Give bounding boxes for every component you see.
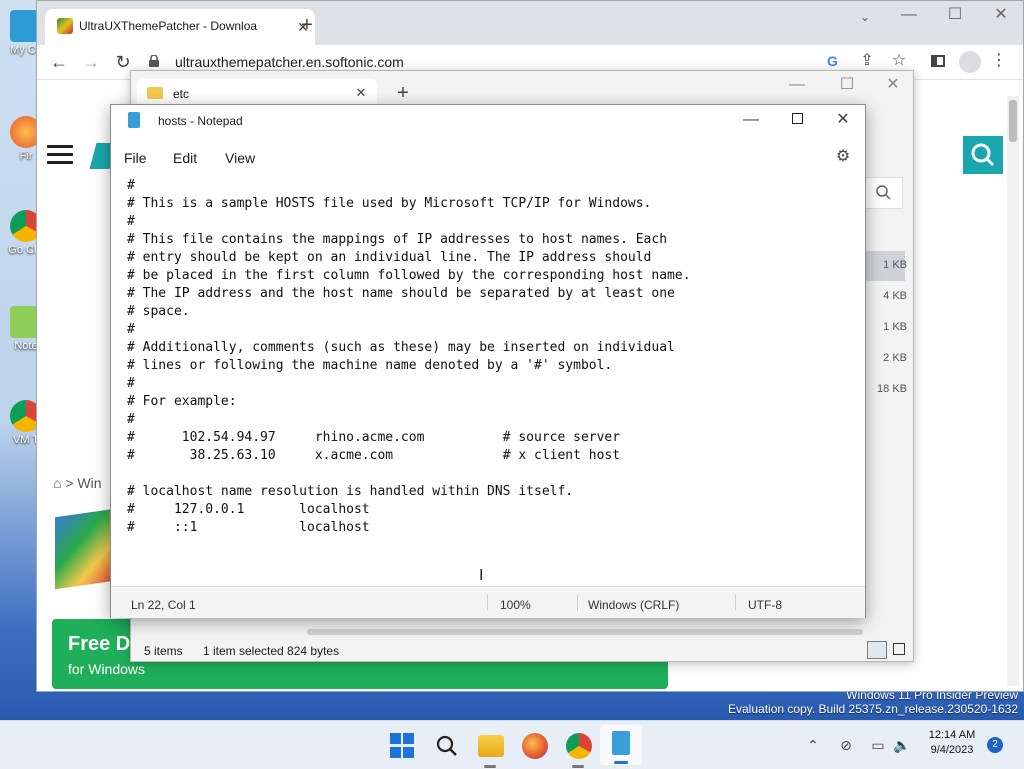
details-view-icon[interactable] — [867, 641, 887, 659]
menu-kebab-icon[interactable]: ⋮ — [989, 51, 1009, 71]
new-tab-button[interactable]: + — [295, 15, 319, 35]
chrome-tab-title: UltraUXThemePatcher - Downloa — [79, 19, 258, 33]
ultraux-favicon — [57, 18, 73, 34]
display-icon[interactable]: ▭ — [868, 735, 888, 755]
forward-arrow-icon[interactable]: → — [79, 52, 103, 72]
minimize-button[interactable]: — — [739, 110, 763, 130]
site-search-button[interactable] — [963, 136, 1003, 174]
search-icon — [971, 143, 995, 167]
explorer-search-box[interactable] — [861, 177, 903, 209]
status-selection: 1 item selected 824 bytes — [203, 644, 340, 658]
minimize-button[interactable]: — — [897, 5, 921, 25]
status-bar: Ln 22, Col 1 100% Windows (CRLF) UTF-8 — [111, 586, 865, 618]
firefox-icon[interactable] — [522, 733, 548, 759]
file-size: 4 KB — [883, 290, 907, 302]
close-button[interactable]: ✕ — [831, 110, 855, 130]
chrome-tab[interactable]: UltraUXThemePatcher - Downloa ✕ — [45, 9, 315, 45]
file-size: 2 KB — [883, 352, 907, 364]
file-size: 1 KB — [883, 321, 907, 333]
menu-edit[interactable]: Edit — [173, 150, 197, 166]
chevron-down-icon[interactable]: ⌄ — [853, 7, 877, 27]
window-title: hosts - Notepad — [158, 114, 243, 128]
chrome-icon[interactable] — [566, 733, 592, 759]
cursor-position: Ln 22, Col 1 — [131, 598, 196, 612]
close-button[interactable]: ✕ — [881, 75, 905, 95]
chrome-tabbar: UltraUXThemePatcher - Downloa ✕ + ⌄ — ☐ … — [37, 1, 1023, 45]
taskbar: ⌃ ⊘ ▭ 🔈 12:14 AM 9/4/2023 2 — [0, 720, 1024, 769]
zoom-level: 100% — [500, 598, 531, 612]
file-size: 1 KB — [883, 259, 907, 271]
horizontal-scrollbar[interactable] — [307, 629, 863, 635]
clock[interactable]: 12:14 AM 9/4/2023 — [918, 729, 986, 756]
lock-icon — [149, 55, 159, 67]
line-ending: Windows (CRLF) — [588, 598, 680, 612]
search-icon[interactable] — [434, 733, 460, 759]
text-cursor-icon: I — [479, 567, 484, 584]
hamburger-menu-icon[interactable] — [47, 145, 73, 165]
tiles-view-icon[interactable] — [893, 643, 905, 655]
status-item-count: 5 items — [144, 644, 183, 658]
star-icon[interactable]: ☆ — [887, 51, 911, 71]
notepad-taskbar-active[interactable] — [600, 725, 642, 765]
app-logo-image — [55, 508, 115, 590]
share-icon[interactable]: ⇪ — [855, 51, 879, 71]
notepad-icon — [128, 112, 140, 128]
reload-icon[interactable]: ↻ — [111, 52, 135, 72]
notepad-window: hosts - Notepad — ✕ File Edit View ⚙ # #… — [110, 104, 866, 618]
file-size: 18 KB — [877, 383, 907, 395]
encoding: UTF-8 — [748, 598, 782, 612]
minimize-button[interactable]: — — [785, 75, 809, 95]
side-panel-icon[interactable] — [931, 55, 945, 67]
search-icon — [876, 185, 891, 200]
notification-badge[interactable]: 2 — [987, 737, 1003, 753]
windows-start-icon[interactable] — [390, 733, 416, 759]
back-arrow-icon[interactable]: ← — [47, 52, 71, 72]
close-tab-icon[interactable]: ✕ — [351, 83, 371, 103]
file-explorer-icon[interactable] — [478, 735, 504, 757]
menu-file[interactable]: File — [124, 150, 147, 166]
windows-watermark: Windows 11 Pro Insider Preview Evaluatio… — [728, 688, 1018, 716]
text-editor[interactable]: # # This is a sample HOSTS file used by … — [127, 177, 847, 587]
folder-icon — [147, 87, 163, 99]
new-tab-button[interactable]: + — [391, 83, 415, 103]
explorer-tab[interactable]: etc ✕ — [137, 79, 377, 107]
home-icon[interactable]: ⌂ — [53, 475, 61, 491]
network-off-icon[interactable]: ⊘ — [836, 735, 856, 755]
maximize-button[interactable] — [792, 113, 803, 124]
gear-icon[interactable]: ⚙ — [833, 147, 853, 167]
volume-icon[interactable]: 🔈 — [892, 735, 912, 755]
profile-avatar-icon[interactable] — [959, 51, 981, 73]
menu-view[interactable]: View — [225, 150, 255, 166]
maximize-button[interactable]: ☐ — [835, 75, 859, 95]
chevron-up-icon[interactable]: ⌃ — [803, 735, 823, 755]
breadcrumb: ⌂ > Win — [53, 475, 102, 491]
close-button[interactable]: ✕ — [989, 5, 1013, 25]
google-icon[interactable]: G — [827, 53, 838, 69]
page-scrollbar[interactable] — [1007, 96, 1019, 686]
notepad-icon — [612, 731, 630, 755]
maximize-button[interactable]: ☐ — [943, 5, 967, 25]
address-bar[interactable]: ultrauxthemepatcher.en.softonic.com — [175, 54, 404, 70]
